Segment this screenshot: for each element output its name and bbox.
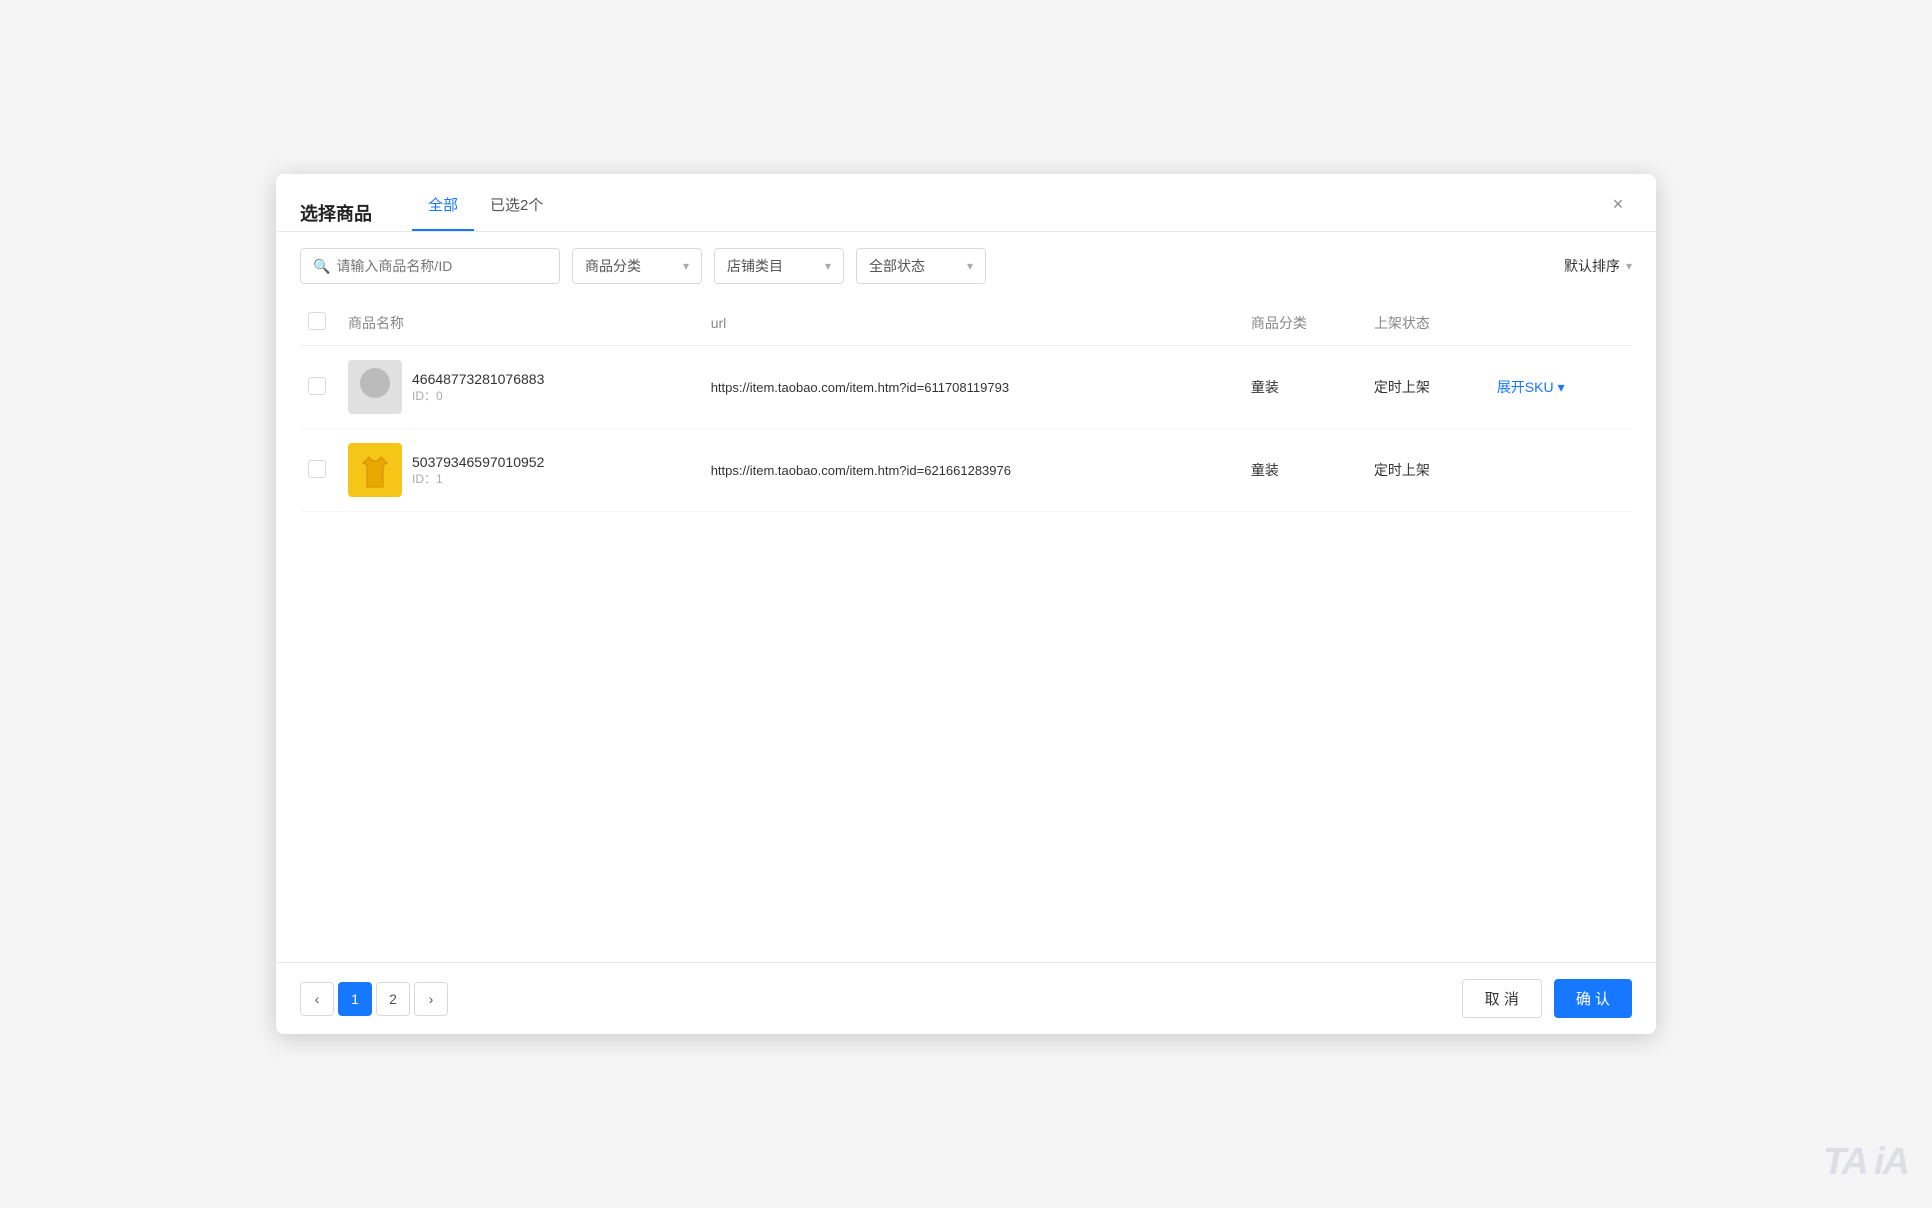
col-action <box>1489 300 1632 346</box>
col-name: 商品名称 <box>340 300 703 346</box>
product-name-cell-2: 50379346597010952 ID：1 <box>340 429 703 512</box>
product-url-cell-1: https://item.taobao.com/item.htm?id=6117… <box>703 346 1243 429</box>
next-page-button[interactable]: › <box>414 982 448 1016</box>
col-url: url <box>703 300 1243 346</box>
product-url-1: https://item.taobao.com/item.htm?id=6117… <box>711 380 1009 395</box>
table-header: 商品名称 url 商品分类 上架状态 <box>300 300 1632 346</box>
modal-title: 选择商品 <box>300 200 372 226</box>
modal-header: 选择商品 全部 已选2个 × <box>276 174 1656 231</box>
search-input-wrap: 🔍 <box>300 248 560 284</box>
table-row: 50379346597010952 ID：1 https://item.taob… <box>300 429 1632 512</box>
chevron-down-icon: ▾ <box>683 259 689 273</box>
select-product-modal: 选择商品 全部 已选2个 × 🔍 商品分类 ▾ 店铺类目 ▾ 全部状态 ▾ 默认… <box>276 174 1656 1034</box>
product-name-2: 50379346597010952 <box>412 454 544 470</box>
pagination: ‹ 1 2 › <box>300 982 448 1016</box>
chevron-down-icon: ▾ <box>1558 379 1565 396</box>
product-name-1: 46648773281076883 <box>412 371 544 387</box>
product-action-cell-2 <box>1489 429 1632 512</box>
status-select[interactable]: 全部状态 ▾ <box>856 248 986 284</box>
close-button[interactable]: × <box>1604 190 1632 218</box>
tab-all[interactable]: 全部 <box>412 194 474 231</box>
select-all-header[interactable] <box>300 300 340 346</box>
col-category: 商品分类 <box>1243 300 1366 346</box>
search-icon: 🔍 <box>313 258 330 275</box>
tabs: 全部 已选2个 <box>412 194 559 231</box>
expand-sku-label-1: 展开SKU <box>1497 377 1554 397</box>
search-input[interactable] <box>336 258 547 274</box>
product-name-cell: 46648773281076883 ID：0 <box>340 346 703 429</box>
category-select[interactable]: 商品分类 ▾ <box>572 248 702 284</box>
row-checkbox-2[interactable] <box>308 460 326 478</box>
product-url-cell-2: https://item.taobao.com/item.htm?id=6216… <box>703 429 1243 512</box>
product-id-1: ID：0 <box>412 387 544 404</box>
store-category-select[interactable]: 店铺类目 ▾ <box>714 248 844 284</box>
watermark: TA iA <box>1823 1141 1908 1184</box>
product-status-1: 定时上架 <box>1374 379 1430 395</box>
product-status-2: 定时上架 <box>1374 462 1430 478</box>
product-id-2: ID：1 <box>412 470 544 487</box>
sort-select[interactable]: 默认排序 ▾ <box>1564 256 1632 276</box>
product-status-cell-1: 定时上架 <box>1366 346 1489 429</box>
page-button-1[interactable]: 1 <box>338 982 372 1016</box>
row-checkbox-cell[interactable] <box>300 346 340 429</box>
product-status-cell-2: 定时上架 <box>1366 429 1489 512</box>
row-checkbox-cell[interactable] <box>300 429 340 512</box>
chevron-down-icon: ▾ <box>1626 259 1632 273</box>
product-action-cell-1: 展开SKU ▾ <box>1489 346 1632 429</box>
product-category-cell-1: 童装 <box>1243 346 1366 429</box>
product-category-2: 童装 <box>1251 462 1279 478</box>
product-info-1: 46648773281076883 ID：0 <box>412 371 544 404</box>
product-info-2: 50379346597010952 ID：1 <box>412 454 544 487</box>
cancel-button[interactable]: 取 消 <box>1462 979 1542 1018</box>
prev-page-button[interactable]: ‹ <box>300 982 334 1016</box>
store-category-label: 店铺类目 <box>727 256 783 276</box>
products-table: 商品名称 url 商品分类 上架状态 <box>300 300 1632 512</box>
col-status: 上架状态 <box>1366 300 1489 346</box>
chevron-down-icon: ▾ <box>825 259 831 273</box>
category-select-label: 商品分类 <box>585 256 641 276</box>
select-all-checkbox[interactable] <box>308 312 326 330</box>
status-select-label: 全部状态 <box>869 256 925 276</box>
modal-footer: ‹ 1 2 › 取 消 确 认 <box>276 962 1656 1034</box>
table-row: 46648773281076883 ID：0 https://item.taob… <box>300 346 1632 429</box>
filter-bar: 🔍 商品分类 ▾ 店铺类目 ▾ 全部状态 ▾ 默认排序 ▾ <box>276 232 1656 300</box>
product-category-1: 童装 <box>1251 379 1279 395</box>
footer-actions: 取 消 确 认 <box>1462 979 1632 1018</box>
sort-label: 默认排序 <box>1564 256 1620 276</box>
product-image-2 <box>348 443 402 497</box>
product-url-2: https://item.taobao.com/item.htm?id=6216… <box>711 463 1011 478</box>
expand-sku-button-1[interactable]: 展开SKU ▾ <box>1497 377 1624 397</box>
table-area: 商品名称 url 商品分类 上架状态 <box>276 300 1656 962</box>
product-category-cell-2: 童装 <box>1243 429 1366 512</box>
table-body: 46648773281076883 ID：0 https://item.taob… <box>300 346 1632 512</box>
product-image-1 <box>348 360 402 414</box>
page-button-2[interactable]: 2 <box>376 982 410 1016</box>
tab-selected[interactable]: 已选2个 <box>474 194 559 231</box>
confirm-button[interactable]: 确 认 <box>1554 979 1632 1018</box>
chevron-down-icon: ▾ <box>967 259 973 273</box>
row-checkbox-1[interactable] <box>308 377 326 395</box>
